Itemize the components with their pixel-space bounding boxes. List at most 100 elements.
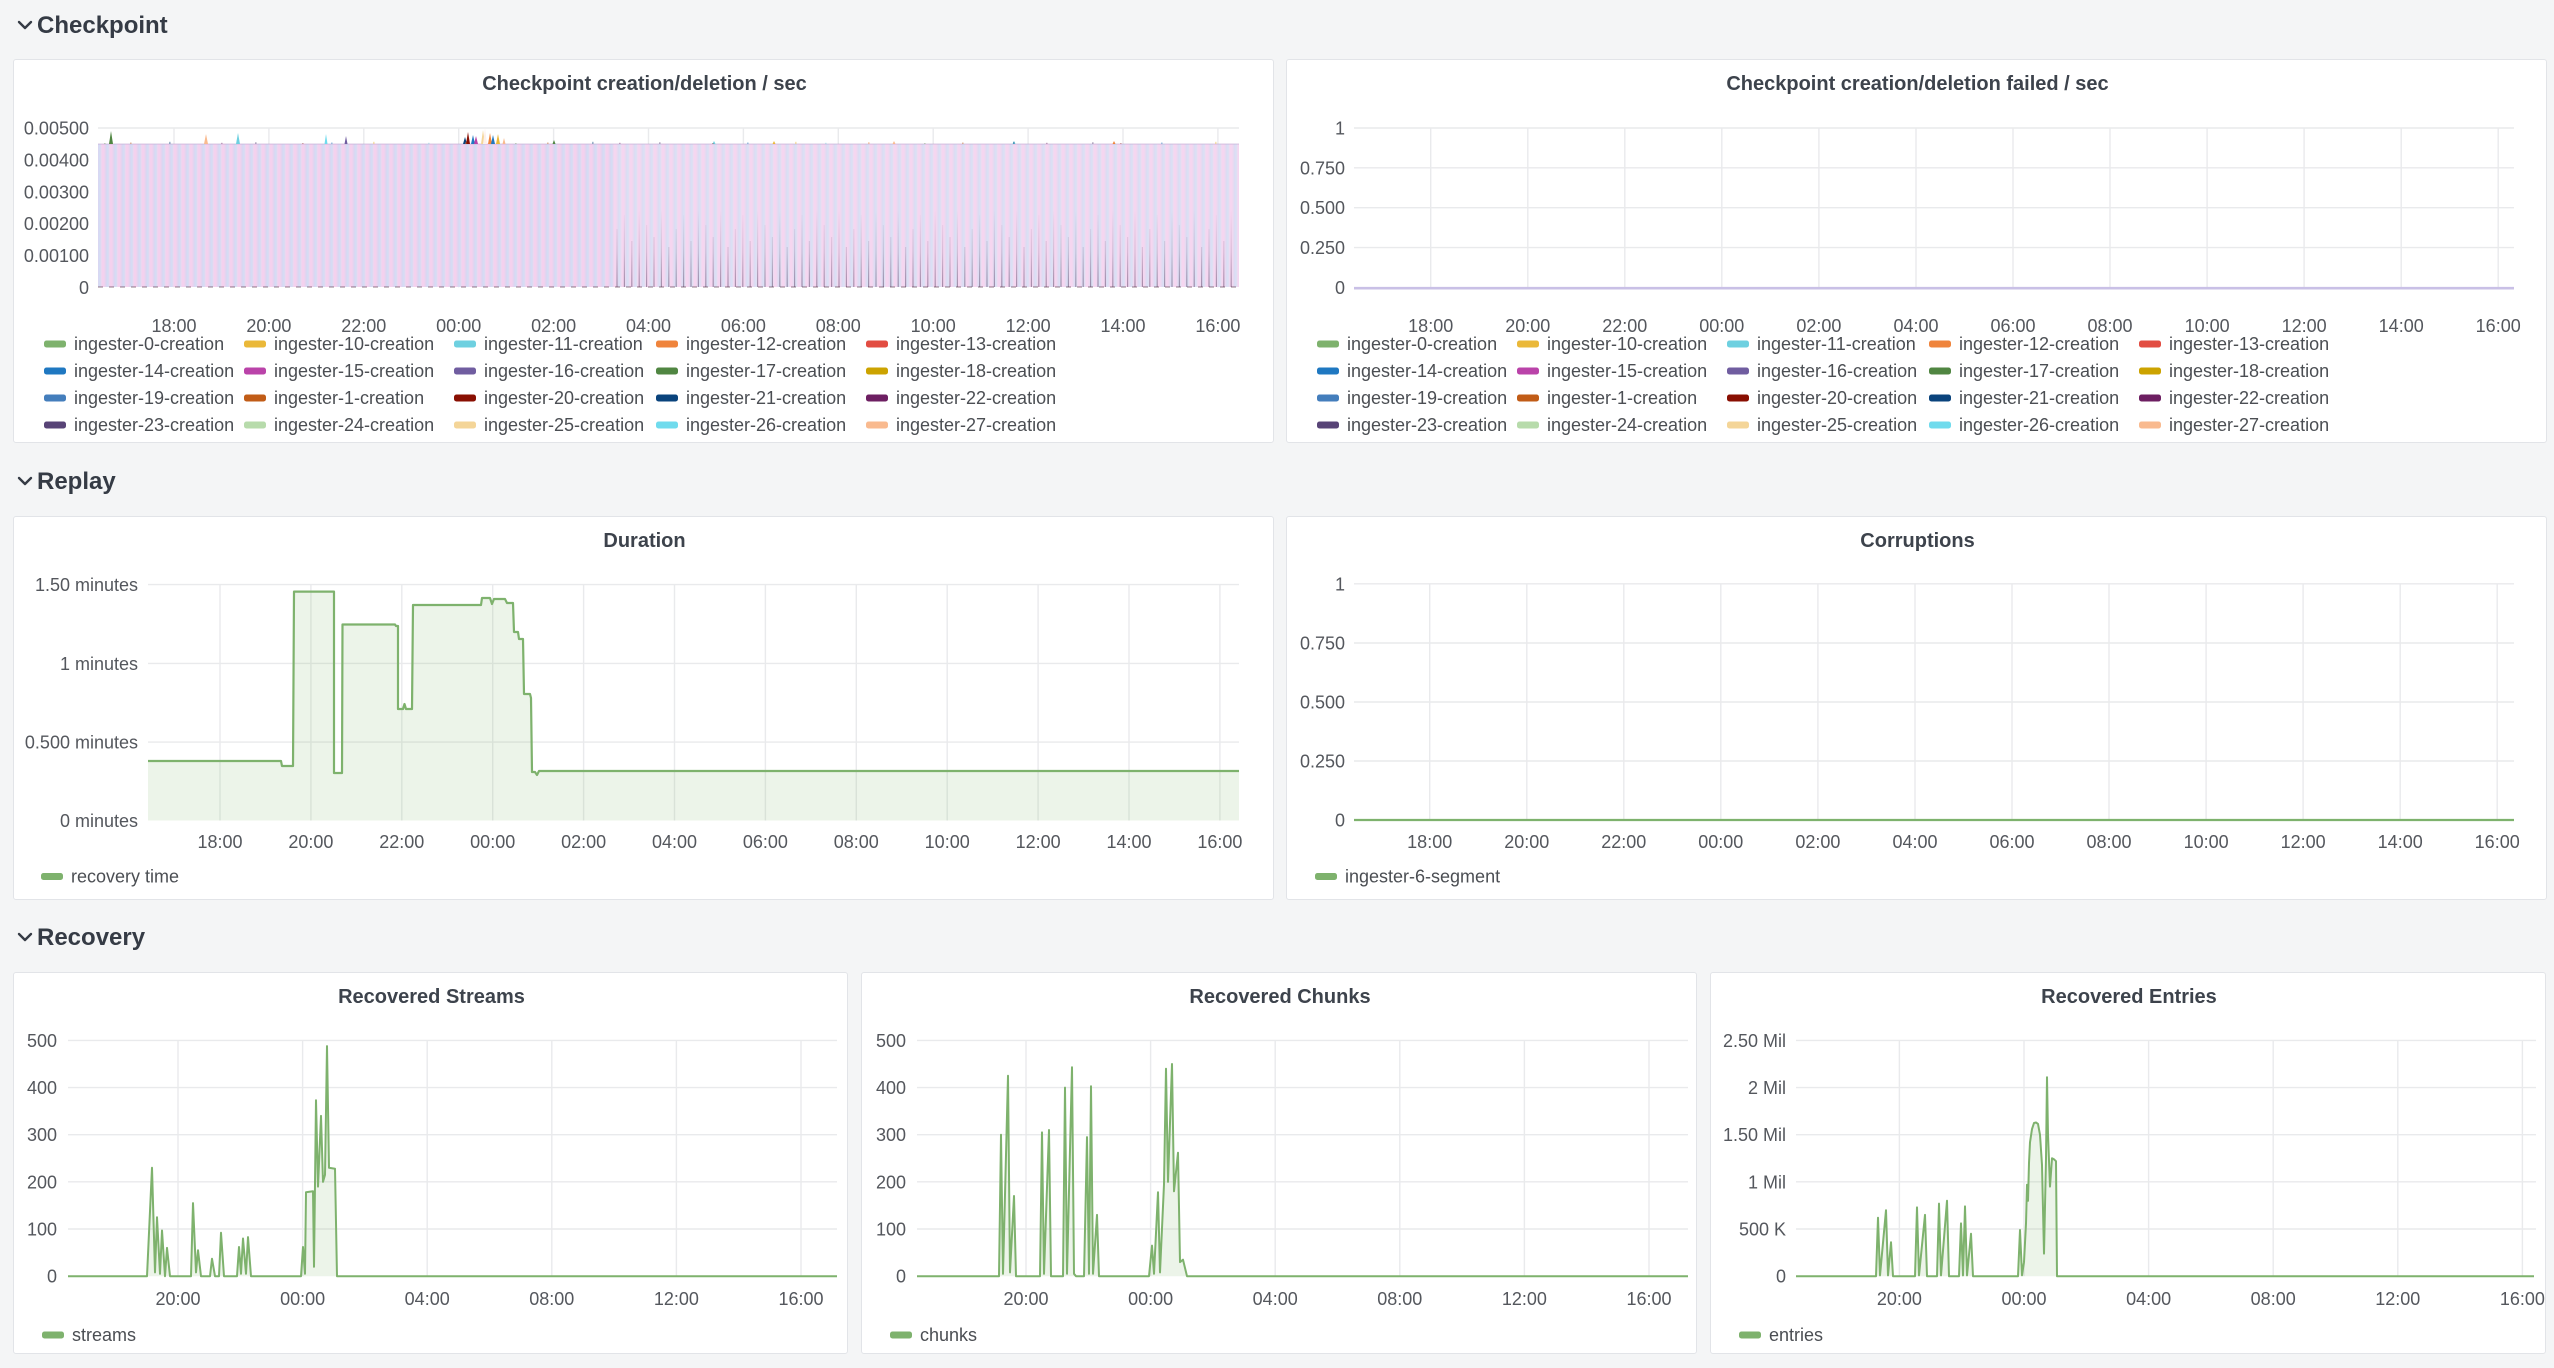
svg-text:ingester-14-creation: ingester-14-creation bbox=[1347, 361, 1507, 381]
svg-text:ingester-14-creation: ingester-14-creation bbox=[74, 361, 234, 381]
svg-text:02:00: 02:00 bbox=[531, 316, 576, 336]
svg-text:14:00: 14:00 bbox=[2379, 316, 2424, 336]
svg-text:16:00: 16:00 bbox=[1626, 1289, 1671, 1309]
svg-text:04:00: 04:00 bbox=[405, 1289, 450, 1309]
svg-text:16:00: 16:00 bbox=[778, 1289, 823, 1309]
svg-text:100: 100 bbox=[27, 1220, 57, 1240]
svg-text:1.50 minutes: 1.50 minutes bbox=[35, 575, 138, 595]
svg-text:16:00: 16:00 bbox=[2476, 316, 2521, 336]
svg-text:ingester-24-creation: ingester-24-creation bbox=[274, 415, 434, 435]
svg-text:00:00: 00:00 bbox=[1698, 832, 1743, 852]
svg-text:Checkpoint creation/deletion /: Checkpoint creation/deletion / sec bbox=[482, 73, 807, 95]
svg-text:0 minutes: 0 minutes bbox=[60, 811, 138, 831]
svg-text:streams: streams bbox=[72, 1325, 136, 1345]
svg-text:18:00: 18:00 bbox=[1407, 832, 1452, 852]
svg-text:ingester-21-creation: ingester-21-creation bbox=[686, 388, 846, 408]
svg-text:10:00: 10:00 bbox=[2184, 832, 2229, 852]
svg-text:02:00: 02:00 bbox=[1795, 832, 1840, 852]
svg-text:1 minutes: 1 minutes bbox=[60, 654, 138, 674]
svg-text:08:00: 08:00 bbox=[816, 316, 861, 336]
svg-text:04:00: 04:00 bbox=[626, 316, 671, 336]
svg-text:Duration: Duration bbox=[603, 530, 685, 552]
svg-text:ingester-26-creation: ingester-26-creation bbox=[686, 415, 846, 435]
svg-text:ingester-17-creation: ingester-17-creation bbox=[686, 361, 846, 381]
svg-text:200: 200 bbox=[27, 1172, 57, 1192]
svg-text:12:00: 12:00 bbox=[2282, 316, 2327, 336]
svg-text:08:00: 08:00 bbox=[529, 1289, 574, 1309]
svg-text:20:00: 20:00 bbox=[1504, 832, 1549, 852]
svg-text:1: 1 bbox=[1335, 119, 1345, 139]
svg-text:ingester-27-creation: ingester-27-creation bbox=[896, 415, 1056, 435]
svg-text:04:00: 04:00 bbox=[2126, 1289, 2171, 1309]
svg-text:00:00: 00:00 bbox=[470, 832, 515, 852]
svg-text:ingester-26-creation: ingester-26-creation bbox=[1959, 415, 2119, 435]
svg-text:06:00: 06:00 bbox=[721, 316, 766, 336]
svg-text:ingester-13-creation: ingester-13-creation bbox=[896, 334, 1056, 354]
svg-text:14:00: 14:00 bbox=[1100, 316, 1145, 336]
svg-text:0.00400: 0.00400 bbox=[24, 150, 89, 170]
svg-text:18:00: 18:00 bbox=[197, 832, 242, 852]
svg-text:20:00: 20:00 bbox=[1877, 1289, 1922, 1309]
svg-text:04:00: 04:00 bbox=[1893, 316, 1938, 336]
svg-text:08:00: 08:00 bbox=[1377, 1289, 1422, 1309]
svg-text:0.250: 0.250 bbox=[1300, 752, 1345, 772]
svg-text:06:00: 06:00 bbox=[743, 832, 788, 852]
svg-text:00:00: 00:00 bbox=[280, 1289, 325, 1309]
svg-text:08:00: 08:00 bbox=[2087, 316, 2132, 336]
svg-text:08:00: 08:00 bbox=[2251, 1289, 2296, 1309]
svg-text:entries: entries bbox=[1769, 1325, 1823, 1345]
svg-text:1: 1 bbox=[1335, 574, 1345, 594]
svg-text:300: 300 bbox=[27, 1125, 57, 1145]
svg-text:02:00: 02:00 bbox=[1796, 316, 1841, 336]
svg-text:ingester-0-creation: ingester-0-creation bbox=[1347, 334, 1497, 354]
svg-text:12:00: 12:00 bbox=[1006, 316, 1051, 336]
svg-text:ingester-10-creation: ingester-10-creation bbox=[274, 334, 434, 354]
svg-text:00:00: 00:00 bbox=[436, 316, 481, 336]
svg-text:12:00: 12:00 bbox=[2375, 1289, 2420, 1309]
svg-text:10:00: 10:00 bbox=[911, 316, 956, 336]
svg-text:2 Mil: 2 Mil bbox=[1748, 1078, 1786, 1098]
svg-text:Checkpoint creation/deletion f: Checkpoint creation/deletion failed / se… bbox=[1726, 73, 2108, 95]
svg-text:0: 0 bbox=[1335, 278, 1345, 298]
svg-text:00:00: 00:00 bbox=[2001, 1289, 2046, 1309]
svg-text:22:00: 22:00 bbox=[341, 316, 386, 336]
svg-text:ingester-16-creation: ingester-16-creation bbox=[1757, 361, 1917, 381]
svg-text:08:00: 08:00 bbox=[834, 832, 879, 852]
svg-text:10:00: 10:00 bbox=[2185, 316, 2230, 336]
svg-text:12:00: 12:00 bbox=[1502, 1289, 1547, 1309]
svg-text:ingester-10-creation: ingester-10-creation bbox=[1547, 334, 1707, 354]
svg-text:ingester-25-creation: ingester-25-creation bbox=[1757, 415, 1917, 435]
svg-text:10:00: 10:00 bbox=[925, 832, 970, 852]
svg-text:ingester-15-creation: ingester-15-creation bbox=[274, 361, 434, 381]
svg-text:00:00: 00:00 bbox=[1699, 316, 1744, 336]
svg-text:200: 200 bbox=[876, 1172, 906, 1192]
svg-text:ingester-12-creation: ingester-12-creation bbox=[686, 334, 846, 354]
svg-text:400: 400 bbox=[876, 1078, 906, 1098]
svg-text:400: 400 bbox=[27, 1078, 57, 1098]
svg-text:04:00: 04:00 bbox=[652, 832, 697, 852]
svg-text:ingester-13-creation: ingester-13-creation bbox=[2169, 334, 2329, 354]
svg-text:0: 0 bbox=[47, 1267, 57, 1287]
svg-text:18:00: 18:00 bbox=[1408, 316, 1453, 336]
svg-text:06:00: 06:00 bbox=[1989, 832, 2034, 852]
svg-text:ingester-11-creation: ingester-11-creation bbox=[1757, 334, 1916, 354]
svg-text:16:00: 16:00 bbox=[2500, 1289, 2545, 1309]
svg-text:ingester-15-creation: ingester-15-creation bbox=[1547, 361, 1707, 381]
svg-text:02:00: 02:00 bbox=[561, 832, 606, 852]
svg-text:ingester-19-creation: ingester-19-creation bbox=[1347, 388, 1507, 408]
svg-text:0.750: 0.750 bbox=[1300, 634, 1345, 654]
svg-text:Recovered Chunks: Recovered Chunks bbox=[1189, 986, 1370, 1008]
svg-text:ingester-1-creation: ingester-1-creation bbox=[1547, 388, 1697, 408]
svg-text:ingester-6-segment: ingester-6-segment bbox=[1345, 867, 1500, 887]
svg-text:ingester-19-creation: ingester-19-creation bbox=[74, 388, 234, 408]
svg-text:0: 0 bbox=[1335, 811, 1345, 831]
svg-text:20:00: 20:00 bbox=[155, 1289, 200, 1309]
svg-text:ingester-24-creation: ingester-24-creation bbox=[1547, 415, 1707, 435]
svg-text:100: 100 bbox=[876, 1220, 906, 1240]
svg-text:0.00500: 0.00500 bbox=[24, 119, 89, 139]
svg-text:ingester-22-creation: ingester-22-creation bbox=[896, 388, 1056, 408]
svg-text:1 Mil: 1 Mil bbox=[1748, 1172, 1786, 1192]
svg-text:ingester-12-creation: ingester-12-creation bbox=[1959, 334, 2119, 354]
svg-text:04:00: 04:00 bbox=[1253, 1289, 1298, 1309]
svg-text:0: 0 bbox=[79, 278, 89, 298]
